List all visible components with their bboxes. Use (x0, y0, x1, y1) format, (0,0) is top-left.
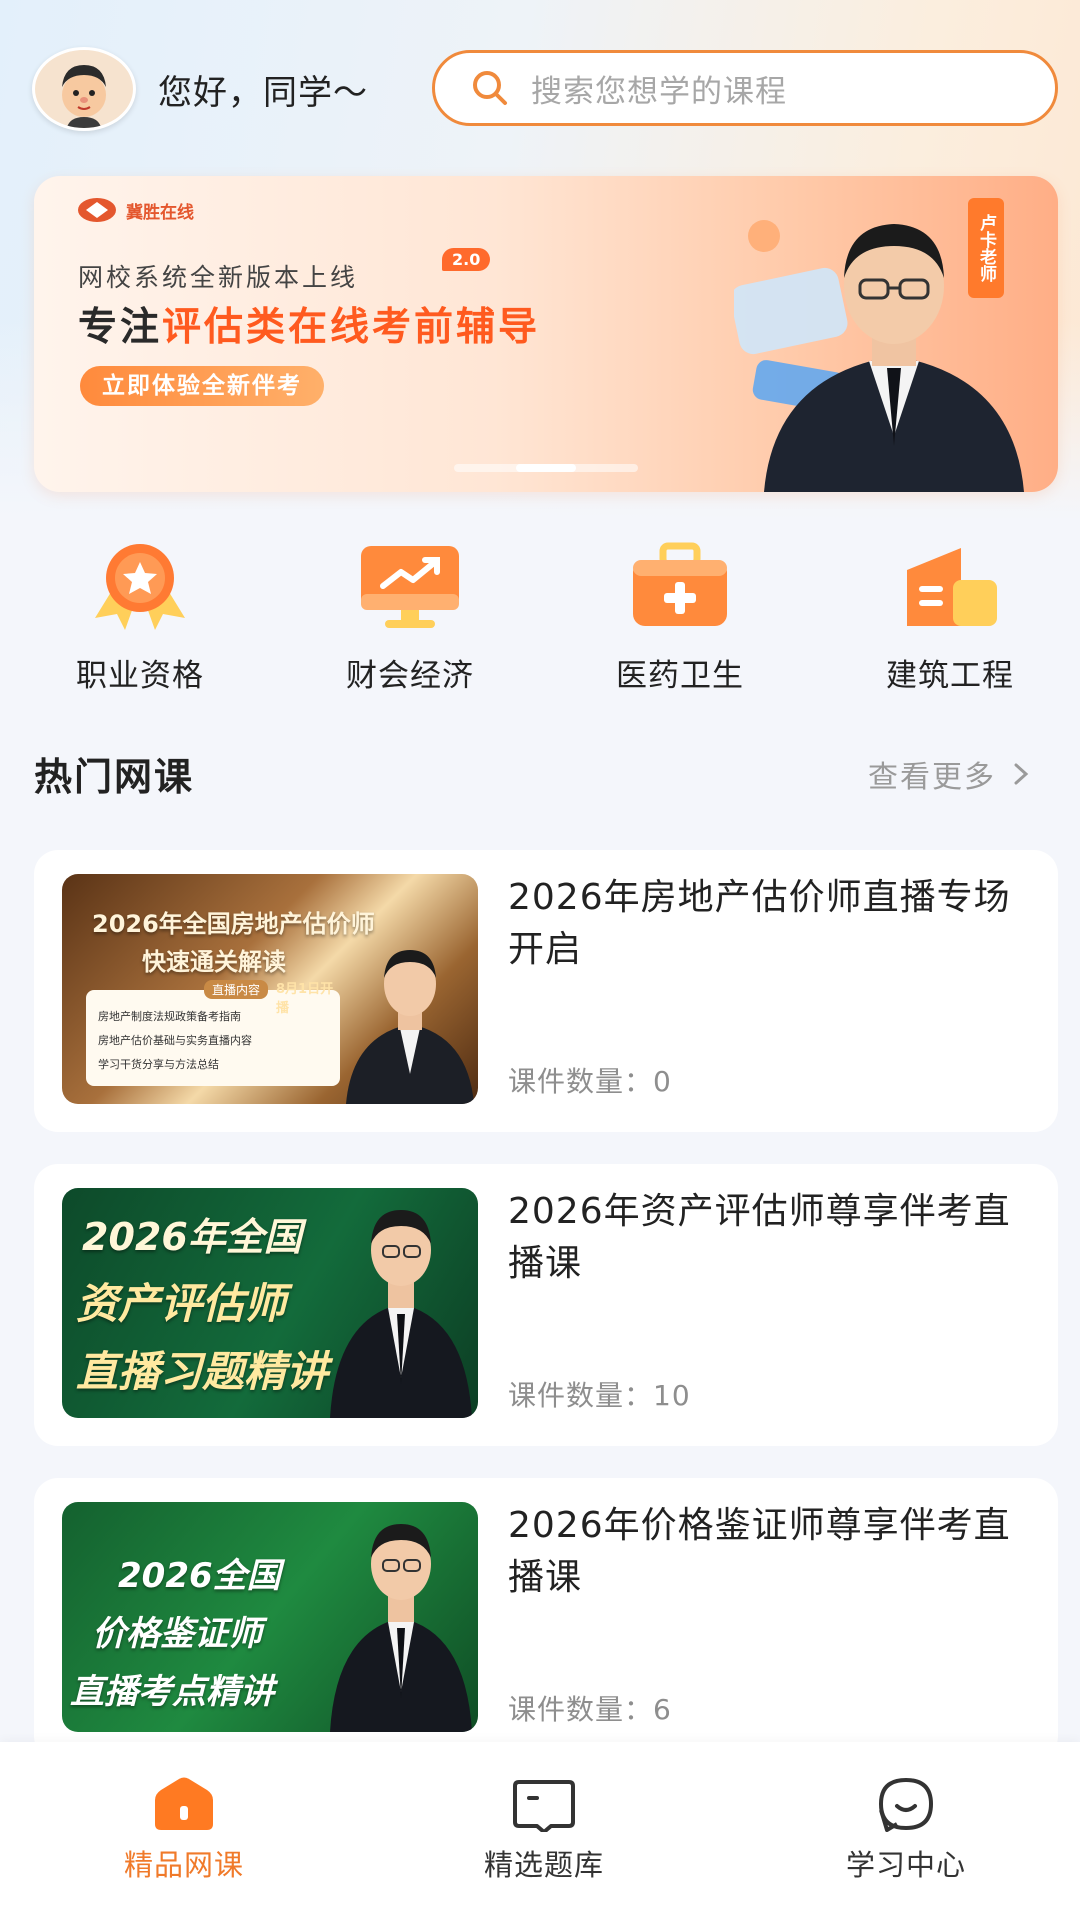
thumb-point: 学习干货分享与方法总结 (98, 1058, 219, 1071)
course-thumbnail: 2026年全国 资产评估师 直播习题精讲 (62, 1188, 478, 1418)
course-thumbnail: 2026年全国房地产估价师 快速通关解读 直播内容 8月1日开播 房地产制度法规… (62, 874, 478, 1104)
hot-courses-title: 热门网课 (34, 755, 195, 799)
tab-courses[interactable]: 精品网课 (74, 1776, 294, 1884)
search-input[interactable]: 搜索您想学的课程 (432, 50, 1058, 126)
brand-logo: 冀胜在线 (76, 196, 194, 224)
study-center-icon (878, 1777, 934, 1832)
tab-study-center[interactable]: 学习中心 (796, 1776, 1016, 1884)
tab-label: 精选题库 (483, 1848, 604, 1882)
brand-logo-text: 冀胜在线 (126, 202, 194, 223)
carousel-indicator-active (516, 464, 576, 472)
tab-label: 精品网课 (123, 1848, 244, 1882)
course-title: 2026年资产评估师尊享伴考直播课 (508, 1191, 1011, 1284)
medical-kit-icon (633, 542, 727, 626)
category-label: 财会经济 (346, 658, 474, 694)
banner-tagline: 专注评估类在线考前辅导 (78, 296, 540, 352)
course-count: 课件数量：10 (508, 1379, 691, 1412)
banner-tagline-highlight: 评估类在线考前辅导 (162, 305, 541, 350)
teacher-photo (764, 224, 1024, 492)
thumb-info-box: 直播内容 8月1日开播 房地产制度法规政策备考指南 房地产估价基础与实务直播内容… (86, 980, 340, 1086)
thumb-date: 8月1日开播 (276, 982, 334, 1016)
home-icon (155, 1777, 213, 1830)
bottom-tab-bar: 精品网课 精选题库 学习中心 (0, 1742, 1080, 1920)
thumb-line: 资产评估师 (76, 1279, 287, 1328)
thumb-tag: 直播内容 (204, 980, 269, 999)
tab-label: 学习中心 (845, 1848, 966, 1882)
thumb-line: 直播习题精讲 (76, 1347, 329, 1396)
category-label: 医药卫生 (616, 658, 744, 694)
course-card[interactable]: 2026年全国 资产评估师 直播习题精讲 2026年资产评估师尊享伴考直播课 课… (34, 1164, 1058, 1446)
see-more-link[interactable]: 查看更多 (868, 752, 1036, 796)
brand-logo-icon (78, 198, 116, 222)
category-item-medical[interactable]: 医药卫生 (580, 540, 780, 695)
see-more-label: 查看更多 (868, 760, 996, 795)
teacher-photo (330, 1210, 472, 1418)
avatar[interactable] (32, 47, 136, 131)
course-thumbnail: 2026全国 价格鉴证师 直播考点精讲 (62, 1502, 478, 1732)
category-label: 职业资格 (76, 658, 204, 694)
greeting-text: 您好，同学～ (158, 72, 368, 113)
medal-icon (95, 544, 185, 630)
course-card[interactable]: 2026年全国房地产估价师 快速通关解读 直播内容 8月1日开播 房地产制度法规… (34, 850, 1058, 1132)
search-placeholder: 搜索您想学的课程 (531, 73, 787, 110)
chevron-right-icon (1014, 763, 1029, 785)
question-bank-icon (513, 1780, 575, 1832)
course-card[interactable]: 2026全国 价格鉴证师 直播考点精讲 2026年价格鉴证师尊享伴考直播课 课件… (34, 1478, 1058, 1760)
search-icon (473, 71, 507, 105)
thumb-line: 价格鉴证师 (92, 1614, 262, 1654)
course-count: 课件数量：0 (508, 1065, 672, 1098)
banner-cta-button[interactable]: 立即体验全新伴考 (80, 366, 324, 406)
course-count: 课件数量：6 (508, 1693, 672, 1726)
course-title: 2026年价格鉴证师尊享伴考直播课 (508, 1505, 1011, 1598)
thumb-line: 快速通关解读 (142, 948, 286, 976)
thumb-point: 房地产估价基础与实务直播内容 (98, 1034, 252, 1047)
header: 您好，同学～ 搜索您想学的课程 (32, 44, 1058, 134)
thumb-line: 2026年全国房地产估价师 (92, 910, 375, 938)
teacher-photo (346, 950, 474, 1104)
category-label: 建筑工程 (886, 658, 1014, 694)
category-grid: 职业资格 财会经济 医药卫生 建筑工程 (0, 540, 1080, 700)
category-item-construction[interactable]: 建筑工程 (850, 540, 1050, 695)
teacher-photo (330, 1524, 472, 1732)
building-icon (907, 548, 997, 626)
banner-headline: 网校系统全新版本上线 (78, 263, 359, 292)
category-item-finance[interactable]: 财会经济 (310, 540, 510, 695)
banner-tagline-prefix: 专注 (78, 305, 163, 350)
thumb-point: 房地产制度法规政策备考指南 (98, 1010, 241, 1023)
course-title: 2026年房地产估价师直播专场开启 (508, 877, 1011, 970)
category-item-vocational[interactable]: 职业资格 (40, 540, 240, 695)
teacher-tag: 卢卡老师 (968, 198, 1004, 298)
version-badge: 2.0 (442, 248, 491, 271)
carousel-indicator (454, 464, 638, 472)
promo-banner[interactable]: 冀胜在线 网校系统全新版本上线 2.0 专注评估类在线考前辅导 立即体验全新伴考… (34, 176, 1058, 492)
thumb-line: 2026年全国 (82, 1215, 302, 1259)
tab-question-bank[interactable]: 精选题库 (434, 1776, 654, 1884)
chart-monitor-icon (361, 546, 459, 628)
thumb-line: 2026全国 (118, 1556, 281, 1596)
thumb-line: 直播考点精讲 (70, 1672, 274, 1712)
